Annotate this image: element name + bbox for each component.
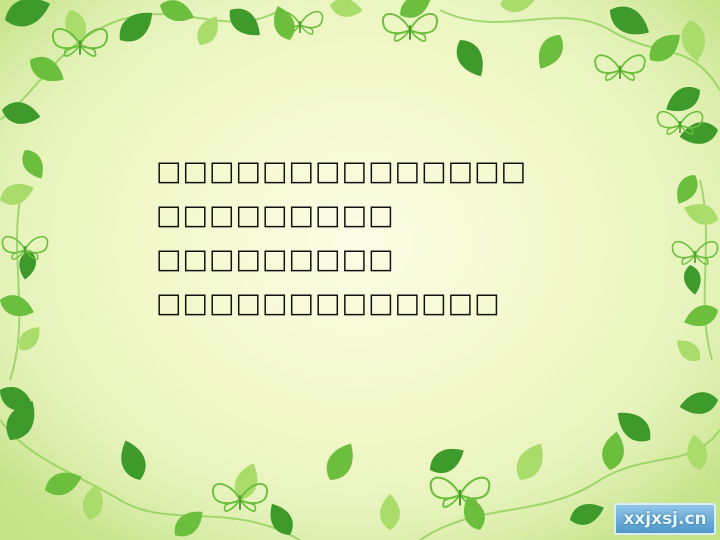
slide-text-line-4: □□□□□□□□□□□□□ (156, 288, 501, 319)
slide-text-line-2: □□□□□□□□□ (156, 200, 395, 231)
slide-text: □□□□□□□□□□□□□□ □□□□□□□□□ □□□□□□□□□ □□□□□… (156, 150, 527, 326)
slide-text-line-3: □□□□□□□□□ (156, 244, 395, 275)
slide-text-line-1: □□□□□□□□□□□□□□ (156, 156, 528, 187)
watermark-logo: xxjxsj.cn (614, 503, 716, 535)
slide: □□□□□□□□□□□□□□ □□□□□□□□□ □□□□□□□□□ □□□□□… (0, 0, 720, 540)
